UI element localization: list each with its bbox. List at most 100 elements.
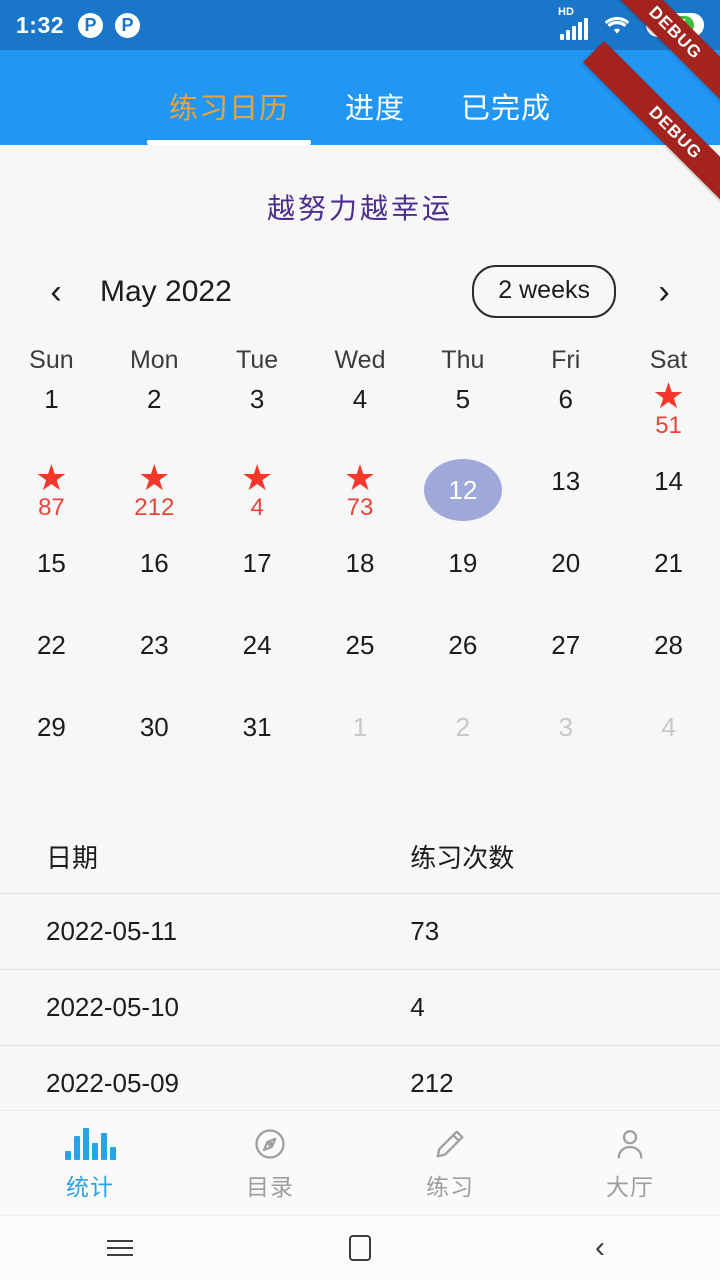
calendar-day-cell[interactable]: ★ 87 <box>0 457 103 539</box>
notification-p-icon-2: P <box>115 12 141 38</box>
recents-icon[interactable] <box>107 1240 133 1256</box>
wifi-icon <box>604 16 630 34</box>
star-icon: ★ <box>652 375 685 416</box>
calendar-day-cell[interactable]: 18 <box>309 539 412 621</box>
star-icon: ★ <box>240 457 274 498</box>
calendar-day-cell[interactable]: 14 <box>617 457 720 539</box>
calendar-day-number: 6 <box>558 384 573 414</box>
calendar-day-cell[interactable]: 17 <box>206 539 309 621</box>
table-header-row: 日期 练习次数 <box>0 819 720 893</box>
calendar-day-cell[interactable]: 26 <box>411 621 514 703</box>
table-row[interactable]: 2022-05-10 4 <box>0 969 720 1045</box>
nav-item-hall[interactable]: 大厅 <box>540 1124 720 1202</box>
calendar-day-number: 1 <box>44 384 59 414</box>
calendar-day-cell[interactable]: 4 <box>617 703 720 785</box>
calendar-day-cell[interactable]: 1 <box>309 703 412 785</box>
tab-progress[interactable]: 进度 <box>317 85 433 145</box>
calendar-day-cell[interactable]: 12 <box>411 457 514 539</box>
nav-item-practice[interactable]: 练习 <box>360 1124 540 1202</box>
calendar-day-cell[interactable]: ★ 212 <box>103 457 206 539</box>
month-label: May 2022 <box>100 274 232 308</box>
table-cell-date: 2022-05-09 <box>46 1068 179 1098</box>
calendar-grid: 1 2 3 4 5 6 ★ 51 ★ 87 ★ 212 ★ 4 ★ 73 12 13 14 15 16 17 18 19 20 2… <box>0 375 720 785</box>
bar-chart-icon <box>64 1124 116 1164</box>
calendar-day-cell[interactable]: 20 <box>514 539 617 621</box>
calendar-day-number: 18 <box>345 548 375 578</box>
calendar-day-number: 4 <box>661 712 676 742</box>
calendar-day-cell[interactable]: 21 <box>617 539 720 621</box>
nav-item-stats[interactable]: 统计 <box>0 1124 180 1202</box>
calendar-day-cell[interactable]: 24 <box>206 621 309 703</box>
back-icon[interactable]: ‹ <box>595 1233 605 1263</box>
weekday-fri: Fri <box>551 346 581 374</box>
nav-label-stats: 统计 <box>66 1174 114 1200</box>
calendar-day-cell[interactable]: 6 <box>514 375 617 457</box>
calendar-day-cell[interactable]: 2 <box>411 703 514 785</box>
calendar-day-number: 25 <box>345 630 375 660</box>
calendar-day-cell[interactable]: 27 <box>514 621 617 703</box>
calendar-day-cell[interactable]: 31 <box>206 703 309 785</box>
calendar-day-cell[interactable]: 29 <box>0 703 103 785</box>
calendar-day-number: 16 <box>139 548 169 578</box>
bottom-nav-bar: 统计 目录 练习 大厅 <box>0 1110 720 1215</box>
calendar-day-number: 1 <box>352 712 368 742</box>
calendar-day-cell[interactable]: 4 <box>309 375 412 457</box>
tab-completed[interactable]: 已完成 <box>433 85 579 145</box>
calendar-day-cell[interactable]: 25 <box>309 621 412 703</box>
next-month-button[interactable]: › <box>642 275 686 309</box>
calendar-day-cell[interactable]: 3 <box>514 703 617 785</box>
calendar-day-cell[interactable]: ★ 73 <box>309 457 412 539</box>
nav-item-catalog[interactable]: 目录 <box>180 1124 360 1202</box>
calendar-day-cell[interactable]: 16 <box>103 539 206 621</box>
table-row[interactable]: 2022-05-09 212 <box>0 1045 720 1110</box>
calendar-day-cell[interactable]: 13 <box>514 457 617 539</box>
prev-month-button[interactable]: ‹ <box>34 275 78 309</box>
calendar-day-number: 28 <box>654 630 684 660</box>
table-row[interactable]: 2022-05-11 73 <box>0 893 720 969</box>
calendar-day-number: 3 <box>249 384 265 414</box>
calendar-day-cell[interactable]: 15 <box>0 539 103 621</box>
calendar-week-row: ★ 87 ★ 212 ★ 4 ★ 73 12 13 14 <box>0 457 720 539</box>
calendar-day-cell[interactable]: 1 <box>0 375 103 457</box>
day-practice-count: 212 <box>134 494 175 521</box>
calendar-day-cell[interactable]: 3 <box>206 375 309 457</box>
nav-label-catalog: 目录 <box>246 1174 294 1200</box>
hd-label: HD <box>558 6 574 18</box>
calendar-day-cell[interactable]: 22 <box>0 621 103 703</box>
range-toggle-button[interactable]: 2 weeks <box>472 265 616 318</box>
nav-label-hall: 大厅 <box>606 1174 654 1200</box>
calendar-day-number: 2 <box>455 712 471 742</box>
calendar-week-row: 15 16 17 18 19 20 21 <box>0 539 720 621</box>
weekday-sun: Sun <box>29 346 74 374</box>
weekday-mon: Mon <box>129 346 179 374</box>
table-header-date: 日期 <box>46 842 99 873</box>
table-cell-count: 212 <box>410 1068 454 1098</box>
home-icon[interactable] <box>349 1235 371 1261</box>
day-practice-count: 87 <box>38 494 65 521</box>
day-practice-count: 4 <box>250 494 264 521</box>
calendar-day-cell[interactable]: 23 <box>103 621 206 703</box>
calendar-day-cell[interactable]: 19 <box>411 539 514 621</box>
calendar-day-cell[interactable]: 30 <box>103 703 206 785</box>
battery-icon: ⚡ 75 <box>646 13 704 37</box>
calendar-day-cell[interactable]: ★ 4 <box>206 457 309 539</box>
calendar-day-cell[interactable]: 5 <box>411 375 514 457</box>
weekday-tue: Tue <box>236 346 279 374</box>
calendar-day-number: 27 <box>551 630 581 660</box>
calendar-day-number: 2 <box>147 384 162 414</box>
motto-text: 越努力越幸运 <box>266 193 453 224</box>
notification-p-icon-1: P <box>78 12 104 38</box>
tab-practice-calendar[interactable]: 练习日历 <box>141 85 317 145</box>
calendar-week-row: 29 30 31 1 2 3 4 <box>0 703 720 785</box>
calendar-day-cell[interactable]: 28 <box>617 621 720 703</box>
calendar-day-number: 30 <box>139 712 169 742</box>
calendar-day-number: 3 <box>558 712 573 742</box>
compass-icon <box>252 1124 288 1164</box>
calendar-week-row: 22 23 24 25 26 27 28 <box>0 621 720 703</box>
practice-table: 日期 练习次数 2022-05-11 73 2022-05-10 4 2022-05-0… <box>0 819 720 1110</box>
top-tab-bar: 练习日历 进度 已完成 <box>0 50 720 145</box>
calendar-day-cell[interactable]: ★ 51 <box>617 375 720 457</box>
calendar-day-number: 20 <box>551 548 581 578</box>
status-time: 1:32 <box>16 11 65 38</box>
calendar-day-cell[interactable]: 2 <box>103 375 206 457</box>
